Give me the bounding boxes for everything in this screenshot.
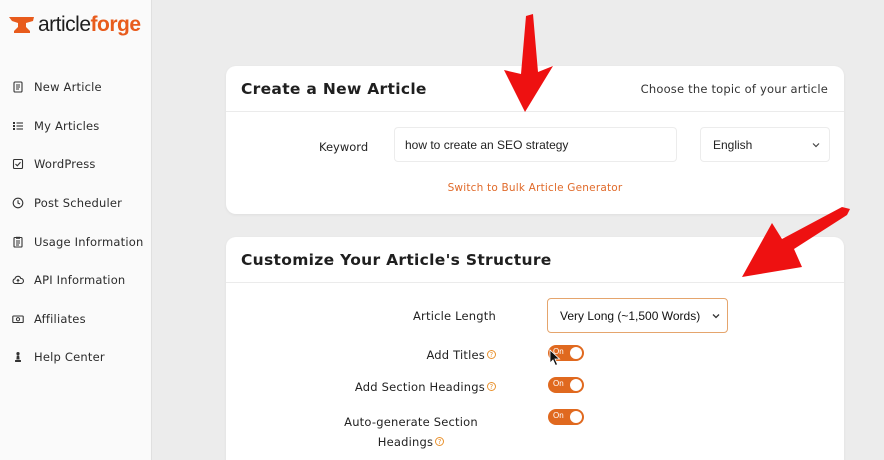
cloud-upload-icon <box>12 276 24 285</box>
add-section-headings-label: Add Section Headings? <box>326 380 496 394</box>
keyword-input[interactable] <box>394 127 677 162</box>
sidebar-item-usage-information[interactable]: Usage Information <box>0 222 152 261</box>
article-length-select[interactable]: Very Long (~1,500 Words) <box>547 298 728 333</box>
add-section-headings-toggle[interactable]: On <box>548 377 584 393</box>
sidebar-item-label: WordPress <box>34 157 96 172</box>
sidebar-item-post-scheduler[interactable]: Post Scheduler <box>0 184 152 223</box>
sidebar-item-label: API Information <box>34 273 126 288</box>
help-icon[interactable]: ? <box>435 437 445 446</box>
sidebar-item-label: New Article <box>34 80 102 95</box>
sidebar-item-label: Help Center <box>34 350 105 365</box>
help-icon[interactable]: ? <box>487 382 496 391</box>
logo[interactable]: articleforge <box>8 10 141 40</box>
keyword-label: Keyword <box>319 140 369 154</box>
help-icon[interactable]: ? <box>487 350 496 359</box>
create-article-title: Create a New Article <box>241 79 427 98</box>
red-arrow-down-icon <box>504 14 553 112</box>
language-value: English <box>713 137 753 152</box>
sidebar: articleforge New Article My Articles Wor… <box>0 0 152 460</box>
sidebar-item-label: My Articles <box>34 118 100 133</box>
add-titles-label: Add Titles? <box>376 348 496 362</box>
logo-text: articleforge <box>38 13 141 36</box>
sidebar-item-label: Usage Information <box>34 234 144 249</box>
sidebar-item-my-articles[interactable]: My Articles <box>0 107 152 146</box>
sidebar-item-label: Affiliates <box>34 311 86 326</box>
chess-pawn-icon <box>15 352 21 363</box>
sidebar-item-help-center[interactable]: Help Center <box>0 338 152 377</box>
list-icon <box>13 121 23 130</box>
article-length-label: Article Length <box>412 309 496 323</box>
auto-generate-headings-toggle[interactable]: On <box>548 409 584 425</box>
money-icon <box>12 315 24 323</box>
chevron-down-icon <box>712 313 720 318</box>
clock-icon <box>12 197 24 209</box>
clipboard-icon <box>13 236 23 248</box>
chevron-down-icon <box>812 142 820 147</box>
article-structure-title: Customize Your Article's Structure <box>241 250 552 269</box>
sidebar-item-new-article[interactable]: New Article <box>0 68 152 107</box>
anvil-logo-icon <box>9 17 34 33</box>
language-select[interactable]: English <box>700 127 830 162</box>
sidebar-item-api-information[interactable]: API Information <box>0 261 152 300</box>
sidebar-item-label: Post Scheduler <box>34 196 123 211</box>
mouse-pointer-icon <box>549 349 561 367</box>
sidebar-nav: New Article My Articles WordPress Post S… <box>0 68 152 377</box>
red-arrow-down-left-icon <box>742 207 850 277</box>
document-icon <box>13 81 23 93</box>
sidebar-item-wordpress[interactable]: WordPress <box>0 145 152 184</box>
create-article-subtitle: Choose the topic of your article <box>640 81 828 96</box>
checkbox-icon <box>12 159 24 170</box>
article-length-value: Very Long (~1,500 Words) <box>560 308 701 323</box>
bulk-generator-link[interactable]: Switch to Bulk Article Generator <box>226 182 844 194</box>
auto-generate-headings-label: Auto-generate Section Headings? <box>344 415 478 449</box>
sidebar-item-affiliates[interactable]: Affiliates <box>0 300 152 339</box>
